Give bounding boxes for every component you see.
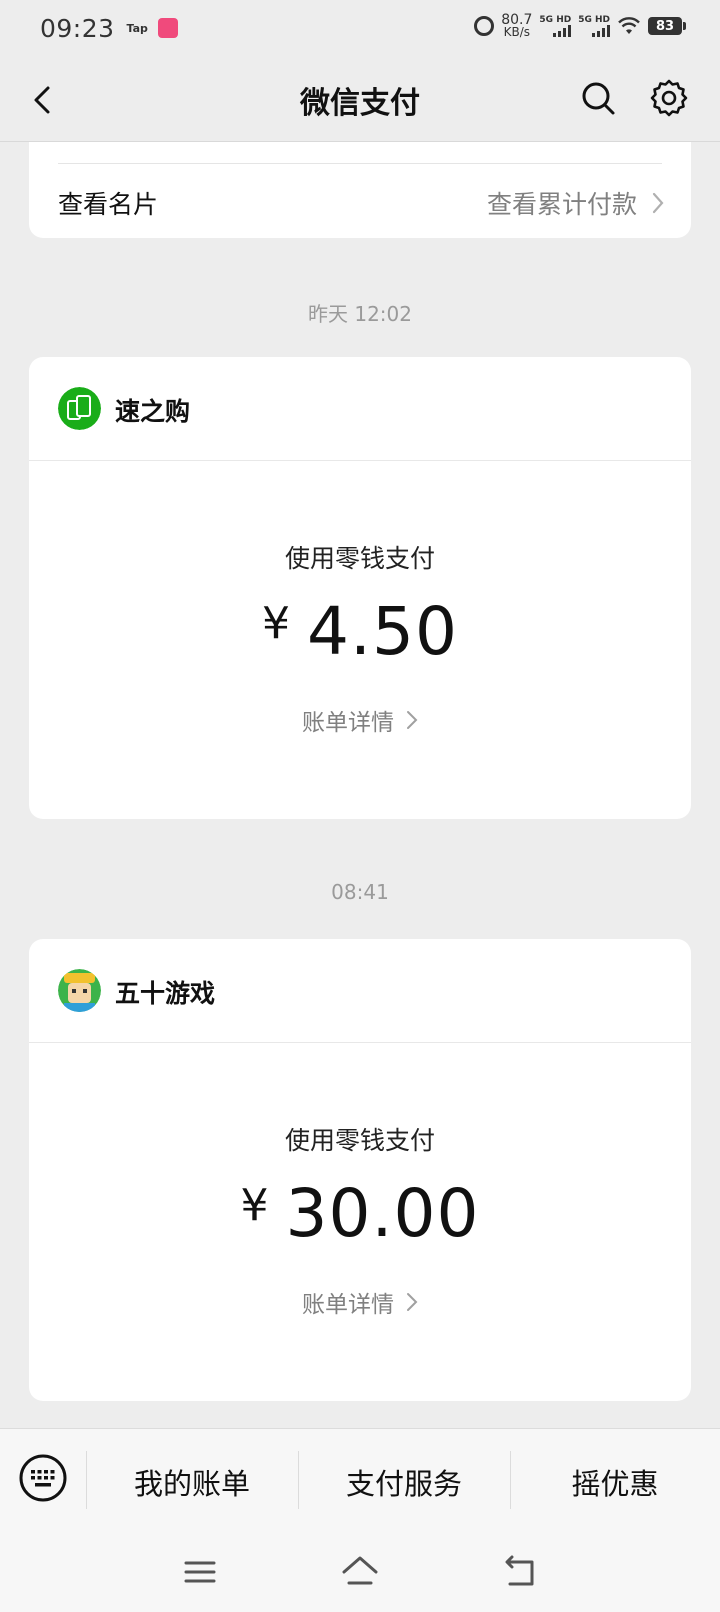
view-card-link[interactable]: 查看名片 <box>58 185 158 221</box>
chevron-right-icon <box>407 1293 418 1311</box>
status-time: 09:23 <box>40 13 115 43</box>
network-speed-unit: KB/s <box>503 25 531 39</box>
payment-card[interactable]: 五十游戏 使用零钱支付 ¥30.00 账单详情 <box>29 939 691 1401</box>
app-notification-icon <box>157 18 178 38</box>
sim1-label: 5G HD <box>539 15 572 25</box>
merchant-name: 五十游戏 <box>115 979 216 1008</box>
merchant-logo-icon <box>58 387 101 430</box>
chevron-right-icon <box>407 711 418 729</box>
bottom-menu: 我的账单 支付服务 摇优惠 <box>0 1428 720 1532</box>
home-icon[interactable] <box>340 1552 380 1592</box>
summary-card: 查看名片 查看累计付款 <box>29 142 691 238</box>
payment-amount: ¥30.00 <box>29 1175 691 1252</box>
sim2-label: 5G HD <box>578 15 610 25</box>
bill-detail-link[interactable]: 账单详情 <box>29 1285 691 1319</box>
keyboard-icon[interactable] <box>18 1453 68 1503</box>
payment-method: 使用零钱支付 <box>284 1126 435 1155</box>
status-indicators: 80.7 KB/s 5G HD 5G HD 83 <box>474 13 686 39</box>
system-nav-bar <box>0 1532 720 1612</box>
back-nav-icon[interactable] <box>500 1552 540 1592</box>
view-total-payments-link[interactable]: 查看累计付款 <box>487 185 665 221</box>
tap-app-icon: Tap <box>126 21 148 35</box>
bill-detail-label: 账单详情 <box>302 1292 394 1318</box>
view-total-payments-label: 查看累计付款 <box>486 190 637 219</box>
payment-services-menu-item[interactable]: 支付服务 <box>298 1461 510 1503</box>
amount-value: 30.00 <box>285 1175 480 1252</box>
currency-symbol: ¥ <box>240 1180 270 1231</box>
search-icon[interactable] <box>578 78 618 118</box>
nav-bar: 微信支付 <box>0 56 720 142</box>
payment-card[interactable]: 速之购 使用零钱支付 ¥4.50 账单详情 <box>29 357 691 819</box>
merchant-header[interactable]: 速之购 <box>29 357 691 461</box>
bill-detail-link[interactable]: 账单详情 <box>29 703 691 737</box>
menu-icon[interactable] <box>180 1552 220 1592</box>
shake-discounts-menu-item[interactable]: 摇优惠 <box>510 1461 720 1503</box>
message-timestamp: 昨天 12:02 <box>308 302 412 326</box>
divider <box>58 163 662 164</box>
merchant-logo-icon <box>58 969 101 1012</box>
wifi-icon <box>618 17 640 34</box>
status-bar: 09:23 Tap 80.7 KB/s 5G HD 5G HD 83 <box>0 0 720 56</box>
gear-icon[interactable] <box>649 78 689 118</box>
payment-method: 使用零钱支付 <box>284 544 435 573</box>
battery-icon: 83 <box>648 17 686 35</box>
merchant-header[interactable]: 五十游戏 <box>29 939 691 1043</box>
sim2-signal-icon: 5G HD <box>578 15 610 37</box>
amount-value: 4.50 <box>307 593 458 670</box>
payment-amount: ¥4.50 <box>29 593 691 670</box>
alarm-icon <box>474 16 495 36</box>
currency-symbol: ¥ <box>262 598 292 649</box>
bill-detail-label: 账单详情 <box>302 710 394 736</box>
merchant-name: 速之购 <box>115 397 191 426</box>
chevron-right-icon <box>652 192 664 214</box>
network-speed: 80.7 KB/s <box>501 13 532 39</box>
message-timestamp: 08:41 <box>331 880 389 904</box>
my-bills-menu-item[interactable]: 我的账单 <box>86 1461 298 1503</box>
sim1-signal-icon: 5G HD <box>539 15 572 37</box>
